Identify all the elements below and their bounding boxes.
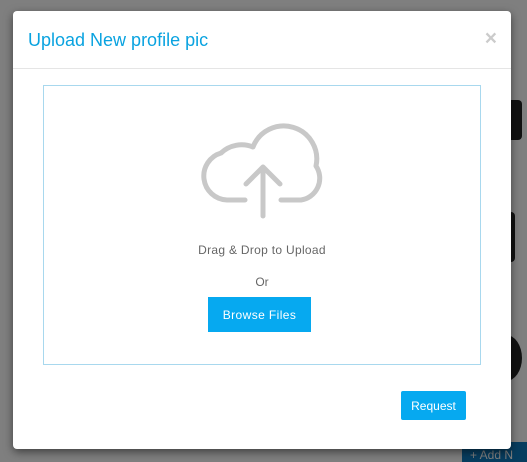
drop-zone[interactable]: Drag & Drop to Upload Or Browse Files	[43, 85, 481, 365]
request-button[interactable]: Request	[401, 391, 466, 420]
browse-files-button[interactable]: Browse Files	[208, 297, 311, 332]
close-button[interactable]: ×	[485, 28, 497, 49]
modal-title: Upload New profile pic	[28, 30, 209, 50]
modal-header: Upload New profile pic ×	[13, 11, 511, 69]
cloud-upload-icon	[201, 123, 323, 219]
drag-drop-label: Drag & Drop to Upload	[198, 243, 326, 257]
or-label: Or	[255, 275, 269, 289]
upload-profile-pic-modal: Upload New profile pic × Drag & Drop to …	[13, 11, 511, 449]
